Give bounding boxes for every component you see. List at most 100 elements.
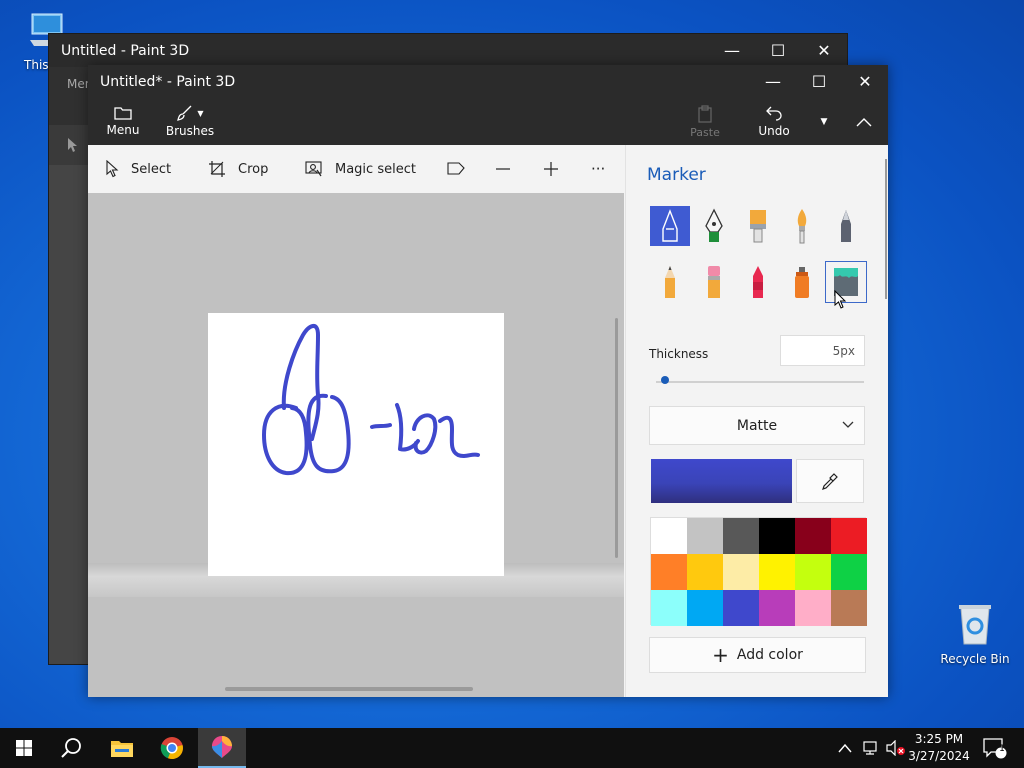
minimize-button[interactable]: — — [750, 65, 796, 98]
brush-pixel-pen[interactable] — [826, 206, 866, 246]
palette-swatch[interactable] — [687, 590, 723, 626]
brush-eraser[interactable] — [694, 262, 734, 302]
eyedropper-icon — [822, 473, 838, 490]
crop-tool[interactable]: Crop — [208, 145, 268, 193]
close-button[interactable]: ✕ — [801, 34, 847, 67]
chevron-down-icon: ▼ — [197, 108, 204, 118]
thickness-slider[interactable] — [656, 381, 864, 383]
finish-dropdown[interactable]: Matte — [649, 406, 865, 445]
palette-swatch[interactable] — [795, 554, 831, 590]
eraser-icon — [708, 266, 720, 298]
undo-button[interactable]: Undo — [757, 98, 791, 145]
palette-swatch[interactable] — [759, 590, 795, 626]
notifications-button[interactable]: 1 — [982, 728, 1008, 768]
canvas-area[interactable] — [88, 193, 624, 697]
horizontal-scrollbar[interactable] — [225, 687, 473, 691]
select-tool[interactable]: Select — [105, 145, 171, 193]
eyedropper-button[interactable] — [796, 459, 864, 503]
select-arrow-icon — [106, 160, 119, 178]
crop-icon — [209, 161, 225, 177]
vertical-scrollbar[interactable] — [615, 318, 618, 558]
ribbon: Menu ▼ Brushes Paste Undo ▼ — [88, 98, 888, 145]
panel-scrollbar[interactable] — [885, 159, 887, 299]
collapse-ribbon-button[interactable] — [844, 98, 884, 145]
drawing-canvas[interactable] — [208, 313, 504, 576]
palette-swatch[interactable] — [759, 518, 795, 554]
chevron-up-icon[interactable] — [838, 743, 852, 753]
thickness-input[interactable]: 5px — [780, 335, 865, 366]
brush-oil[interactable] — [738, 206, 778, 246]
brush-watercolor[interactable] — [782, 206, 822, 246]
network-icon[interactable] — [862, 740, 880, 756]
minimize-button[interactable]: — — [709, 34, 755, 67]
search-button[interactable] — [48, 728, 96, 768]
minus-icon — [496, 168, 510, 170]
thickness-label: Thickness — [649, 347, 709, 361]
paste-button[interactable]: Paste — [688, 98, 722, 145]
brush-pencil[interactable] — [650, 262, 690, 302]
tool-strip: Select Crop Magic select ··· — [88, 145, 625, 193]
file-explorer-button[interactable] — [98, 728, 146, 768]
zoom-out-button[interactable] — [495, 145, 511, 193]
maximize-button[interactable]: ☐ — [755, 34, 801, 67]
paint3d-window[interactable]: Untitled* - Paint 3D — ☐ ✕ Menu ▼ Brushe… — [88, 65, 888, 697]
brush-icon — [177, 105, 192, 121]
palette-swatch[interactable] — [723, 518, 759, 554]
palette-swatch[interactable] — [831, 590, 867, 626]
chrome-button[interactable] — [148, 728, 196, 768]
brushes-button[interactable]: ▼ Brushes — [166, 98, 214, 145]
spray-can-icon — [795, 267, 809, 298]
volume-muted-icon[interactable] — [886, 740, 906, 756]
system-clock[interactable]: 3:25 PM 3/27/2024 — [906, 731, 972, 765]
palette-swatch[interactable] — [651, 590, 687, 626]
palette-swatch[interactable] — [723, 554, 759, 590]
palette-swatch[interactable] — [831, 554, 867, 590]
brush-calligraphy-pen[interactable] — [694, 206, 734, 246]
windows-logo-icon — [16, 740, 32, 756]
desktop-icon-recycle-bin[interactable]: Recycle Bin — [937, 600, 1013, 666]
palette-swatch[interactable] — [651, 518, 687, 554]
desktop-icon-label: Recycle Bin — [940, 652, 1010, 666]
palette-swatch[interactable] — [795, 590, 831, 626]
sticker-icon — [447, 162, 465, 175]
folder-icon — [111, 741, 133, 757]
paint3d-taskbar-button[interactable] — [198, 728, 246, 768]
add-color-button[interactable]: + Add color — [649, 637, 866, 673]
start-button[interactable] — [0, 728, 48, 768]
palette-swatch[interactable] — [687, 518, 723, 554]
marker-icon — [662, 209, 678, 242]
palette-swatch[interactable] — [759, 554, 795, 590]
select-arrow-icon[interactable] — [67, 137, 79, 153]
palette-swatch[interactable] — [795, 518, 831, 554]
undo-icon — [766, 106, 782, 121]
palette-swatch[interactable] — [723, 590, 759, 626]
chevron-down-icon: ▼ — [820, 116, 828, 127]
zoom-in-button[interactable] — [543, 145, 559, 193]
palette-swatch[interactable] — [687, 554, 723, 590]
brush-fill[interactable] — [825, 261, 867, 309]
menu-button[interactable]: Menu — [106, 98, 140, 145]
color-palette — [650, 517, 867, 626]
taskbar: 3:25 PM 3/27/2024 1 — [0, 728, 1024, 768]
brush-spray-can[interactable] — [782, 262, 822, 302]
current-color-swatch[interactable] — [651, 459, 792, 503]
sticker-tool[interactable] — [447, 145, 465, 193]
more-tools-button[interactable]: ··· — [591, 145, 605, 193]
close-button[interactable]: ✕ — [842, 65, 888, 98]
maximize-button[interactable]: ☐ — [796, 65, 842, 98]
mouse-cursor-icon — [834, 290, 847, 309]
brush-marker[interactable] — [650, 206, 690, 246]
palette-swatch[interactable] — [831, 518, 867, 554]
thickness-slider-handle[interactable] — [661, 376, 669, 384]
magic-select-tool[interactable]: Magic select — [305, 145, 416, 193]
pixel-pen-icon — [841, 210, 851, 242]
brush-crayon[interactable] — [738, 262, 778, 302]
chevron-down-icon — [842, 421, 854, 428]
crayon-icon — [753, 266, 763, 298]
magic-select-icon — [305, 161, 322, 177]
oil-brush-icon — [750, 210, 766, 243]
pencil-icon — [665, 266, 675, 298]
palette-swatch[interactable] — [651, 554, 687, 590]
more-options-dropdown[interactable]: ▼ — [810, 98, 838, 145]
chevron-up-icon — [856, 117, 872, 126]
